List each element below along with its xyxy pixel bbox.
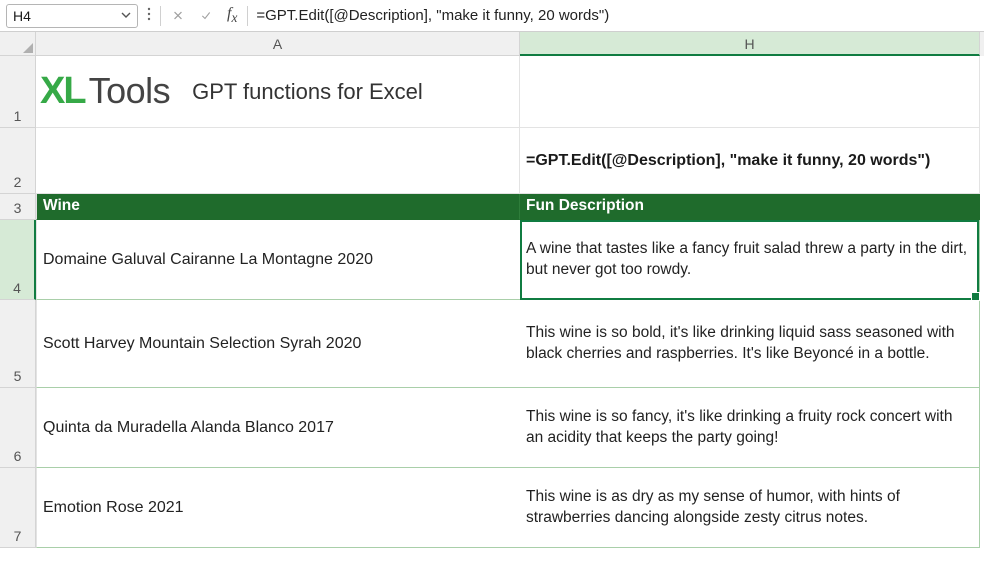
row-4: 4 Domaine Galuval Cairanne La Montagne 2… xyxy=(0,220,984,300)
row-5: 5 Scott Harvey Mountain Selection Syrah … xyxy=(0,300,984,388)
cell-a2[interactable] xyxy=(36,128,520,194)
row-header-2[interactable]: 2 xyxy=(0,128,36,194)
logo-xl-text: XL xyxy=(40,66,85,117)
row-2: 2 =GPT.Edit([@Description], "make it fun… xyxy=(0,128,984,194)
cell-h5[interactable]: This wine is so bold, it's like drinking… xyxy=(520,300,980,388)
cell-a6-text: Quinta da Muradella Alanda Blanco 2017 xyxy=(43,417,334,439)
column-headers: A H xyxy=(0,32,984,56)
cell-h2-text: =GPT.Edit([@Description], "make it funny… xyxy=(526,150,930,172)
cell-h6-text: This wine is so fancy, it's like drinkin… xyxy=(526,407,973,449)
column-header-h[interactable]: H xyxy=(520,32,980,56)
cell-h6[interactable]: This wine is so fancy, it's like drinkin… xyxy=(520,388,980,468)
row-header-7[interactable]: 7 xyxy=(0,468,36,548)
cell-a4-text: Domaine Galuval Cairanne La Montagne 202… xyxy=(43,249,373,271)
cell-h7-text: This wine is as dry as my sense of humor… xyxy=(526,487,973,529)
chevron-down-icon[interactable] xyxy=(121,9,131,23)
row-header-1[interactable]: 1 xyxy=(0,56,36,128)
cell-h5-text: This wine is so bold, it's like drinking… xyxy=(526,323,973,365)
cell-a7-text: Emotion Rose 2021 xyxy=(43,497,184,519)
cell-a5-text: Scott Harvey Mountain Selection Syrah 20… xyxy=(43,333,361,355)
row-header-5[interactable]: 5 xyxy=(0,300,36,388)
logo-tools-text: Tools xyxy=(89,67,171,116)
cell-a1[interactable]: XLTools GPT functions for Excel xyxy=(36,56,520,128)
dots-icon[interactable] xyxy=(144,6,154,25)
title-subtitle: GPT functions for Excel xyxy=(192,77,423,107)
row-header-3[interactable]: 3 xyxy=(0,194,36,220)
formula-input[interactable] xyxy=(254,4,978,28)
header-wine: Wine xyxy=(43,196,80,217)
xltools-logo: XLTools xyxy=(40,66,170,117)
cell-a5[interactable]: Scott Harvey Mountain Selection Syrah 20… xyxy=(36,300,520,388)
enter-button[interactable] xyxy=(195,5,217,27)
spreadsheet-grid: A H 1 XLTools GPT functions for Excel 2 xyxy=(0,32,984,584)
row-1: 1 XLTools GPT functions for Excel xyxy=(0,56,984,128)
divider xyxy=(160,6,161,26)
name-box[interactable]: H4 xyxy=(6,4,138,28)
cell-a3[interactable]: Wine xyxy=(36,194,520,220)
cell-h2[interactable]: =GPT.Edit([@Description], "make it funny… xyxy=(520,128,980,194)
formula-bar: H4 fx xyxy=(0,0,984,32)
cell-h4-text: A wine that tastes like a fancy fruit sa… xyxy=(526,239,973,281)
fx-icon[interactable]: fx xyxy=(223,5,241,26)
cell-a4[interactable]: Domaine Galuval Cairanne La Montagne 202… xyxy=(36,220,520,300)
cancel-button[interactable] xyxy=(167,5,189,27)
cell-h7[interactable]: This wine is as dry as my sense of humor… xyxy=(520,468,980,548)
row-header-4[interactable]: 4 xyxy=(0,220,36,300)
cell-h4[interactable]: A wine that tastes like a fancy fruit sa… xyxy=(520,220,980,300)
row-header-6[interactable]: 6 xyxy=(0,388,36,468)
cell-h1[interactable] xyxy=(520,56,980,128)
row-7: 7 Emotion Rose 2021 This wine is as dry … xyxy=(0,468,984,548)
cell-h3[interactable]: Fun Description xyxy=(520,194,980,220)
name-box-value: H4 xyxy=(13,8,31,24)
header-fun: Fun Description xyxy=(526,196,644,217)
row-6: 6 Quinta da Muradella Alanda Blanco 2017… xyxy=(0,388,984,468)
divider xyxy=(247,6,248,26)
row-3: 3 Wine Fun Description xyxy=(0,194,984,220)
select-all-corner[interactable] xyxy=(0,32,36,56)
cell-a7[interactable]: Emotion Rose 2021 xyxy=(36,468,520,548)
column-header-a[interactable]: A xyxy=(36,32,520,56)
cell-a6[interactable]: Quinta da Muradella Alanda Blanco 2017 xyxy=(36,388,520,468)
